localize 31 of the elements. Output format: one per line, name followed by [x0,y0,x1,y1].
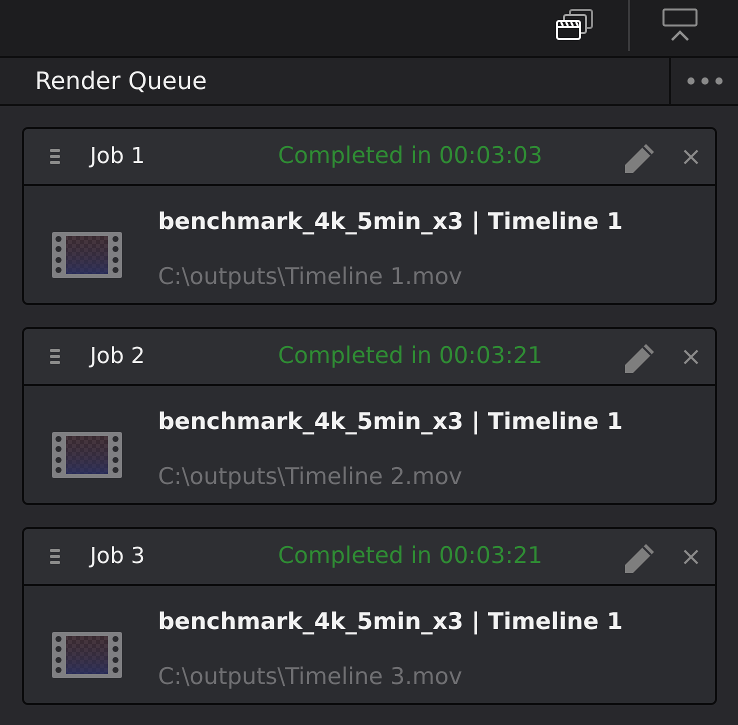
edit-icon[interactable] [624,342,656,374]
job-title: benchmark_4k_5min_x3 | Timeline 1 [158,608,623,637]
edit-icon[interactable] [624,542,656,574]
drag-handle-icon[interactable] [50,149,60,164]
film-clip-icon [52,232,122,278]
close-icon[interactable] [683,348,699,364]
job-status: Completed in 00:03:21 [278,343,542,370]
clapperboard-stack-icon[interactable] [555,7,595,41]
job-card[interactable]: Job 1 Completed in 00:03:03 benchmark_4k_5min_x3 | Timeline 1 C:\outputs\Timeline 1.mov [22,127,717,305]
job-status: Completed in 00:03:21 [278,543,542,570]
job-title: benchmark_4k_5min_x3 | Timeline 1 [158,408,623,437]
job-status: Completed in 00:03:03 [278,143,542,170]
output-path: C:\outputs\Timeline 1.mov [158,262,464,292]
film-clip-icon [52,432,122,478]
output-path: C:\outputs\Timeline 3.mov [158,662,464,692]
film-clip-icon [52,632,122,678]
job-title: benchmark_4k_5min_x3 | Timeline 1 [158,208,623,237]
more-options-icon[interactable] [686,77,722,85]
output-path: C:\outputs\Timeline 2.mov [158,462,464,492]
job-name: Job 2 [90,344,145,369]
job-card[interactable]: Job 3 Completed in 00:03:21 benchmark_4k_5min_x3 | Timeline 1 C:\outputs\Timeline 3.mov [22,527,717,705]
close-icon[interactable] [683,148,699,164]
monitor-icon[interactable] [662,8,698,42]
close-icon[interactable] [683,548,699,564]
edit-icon[interactable] [624,142,656,174]
job-name: Job 1 [90,144,145,169]
panel-title: Render Queue [35,66,207,97]
job-card[interactable]: Job 2 Completed in 00:03:21 benchmark_4k_5min_x3 | Timeline 1 C:\outputs\Timeline 2.mov [22,327,717,505]
drag-handle-icon[interactable] [50,549,60,564]
drag-handle-icon[interactable] [50,349,60,364]
job-name: Job 3 [90,544,145,569]
